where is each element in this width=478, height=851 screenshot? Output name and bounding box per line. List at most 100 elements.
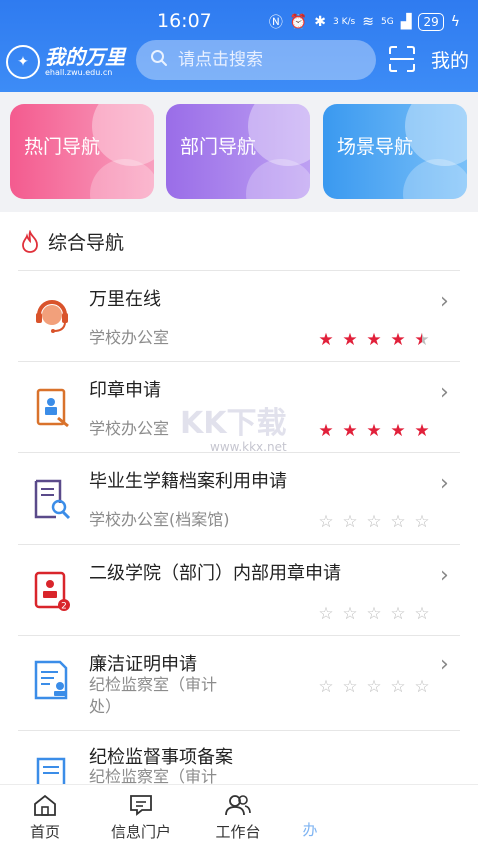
charging-icon: ϟ	[450, 14, 460, 30]
logo-name: 我的万里	[45, 45, 125, 69]
scan-icon[interactable]	[388, 45, 416, 73]
item-title: 毕业生学籍档案利用申请	[89, 471, 287, 492]
star-empty-icon: ☆	[414, 604, 430, 624]
item-dept-line1: 纪检监察室（审计	[89, 767, 218, 784]
speed-text: 3 K/s	[333, 17, 356, 27]
tab-home-label: 首页	[29, 823, 60, 841]
star-empty-icon: ☆	[342, 604, 358, 624]
item-title: 廉洁证明申请	[89, 654, 197, 675]
star-empty-icon: ☆	[390, 677, 406, 697]
mine-link[interactable]: 我的	[431, 46, 469, 73]
chevron-right-icon: ›	[440, 289, 449, 314]
bottom-tab-bar: 首页 信息门户 工作台 办	[0, 784, 478, 851]
watermark-url: www.kkx.net	[210, 440, 287, 454]
tab-workbench[interactable]: 工作台	[203, 793, 273, 842]
header-bar: 16:07 Ⓝ ⏰ ✱ 3 K/s ≋ 5G ▟ 29 ϟ ✦ 我的万里 eha…	[0, 0, 478, 92]
chevron-right-icon: ›	[440, 652, 449, 677]
rating-stars: ☆ ☆ ☆ ☆ ☆	[316, 677, 432, 697]
watermark-text: KK下载	[180, 406, 287, 441]
star-filled-icon: ★	[390, 421, 406, 441]
rating-stars: ★ ★ ★ ★ ★	[316, 330, 432, 350]
section-header: 综合导航	[20, 228, 124, 255]
star-filled-icon: ★	[390, 330, 406, 350]
users-icon	[225, 795, 251, 816]
app-logo[interactable]: ✦ 我的万里 ehall.zwu.edu.cn	[6, 42, 128, 82]
logo-domain: ehall.zwu.edu.cn	[45, 68, 113, 77]
nfc-icon: Ⓝ	[268, 15, 283, 31]
dept-nav-label: 部门导航	[180, 136, 257, 158]
bluetooth-icon: ✱	[314, 14, 327, 30]
star-filled-icon: ★	[342, 330, 358, 350]
status-bar: 16:07 Ⓝ ⏰ ✱ 3 K/s ≋ 5G ▟ 29 ϟ	[0, 10, 478, 36]
section-title: 综合导航	[48, 232, 125, 254]
seal-document-icon	[36, 388, 69, 428]
list-item-discipline-filing[interactable]: 纪检监督事项备案 纪检监察室（审计	[0, 731, 478, 784]
scene-nav-card[interactable]: 场景导航	[323, 104, 467, 199]
item-title: 万里在线	[89, 289, 161, 310]
fire-icon	[22, 229, 38, 253]
chevron-right-icon: ›	[440, 563, 449, 588]
star-empty-icon: ☆	[342, 512, 358, 532]
signal-icon: ▟	[400, 14, 412, 30]
rating-stars: ★ ★ ★ ★ ★	[316, 421, 432, 441]
star-filled-icon: ★	[318, 421, 334, 441]
list-item-integrity-cert[interactable]: 廉洁证明申请 纪检监察室（审计 处） › ☆ ☆ ☆ ☆ ☆	[0, 636, 478, 730]
star-empty-icon: ☆	[342, 677, 358, 697]
rating-stars: ☆ ☆ ☆ ☆ ☆	[316, 604, 432, 624]
status-icons: Ⓝ ⏰ ✱ 3 K/s ≋ 5G ▟ 29 ϟ	[269, 12, 460, 32]
tab-partial[interactable]: 办	[290, 819, 330, 840]
tab-info-portal[interactable]: 信息门户	[106, 793, 176, 842]
certificate-document-icon	[34, 660, 68, 700]
star-empty-icon: ☆	[414, 512, 430, 532]
status-time: 16:07	[157, 10, 212, 32]
search-icon	[150, 49, 168, 72]
headset-service-icon	[36, 300, 68, 333]
list-item-internal-seal[interactable]: 2 二级学院（部门）内部用章申请 › ☆ ☆ ☆ ☆ ☆	[0, 545, 478, 635]
star-empty-icon: ☆	[318, 677, 334, 697]
star-filled-icon: ★	[366, 421, 382, 441]
message-icon	[130, 795, 152, 816]
tab-home[interactable]: 首页	[10, 793, 80, 842]
list-item-graduate-archive[interactable]: 毕业生学籍档案利用申请 学校办公室(档案馆) › ☆ ☆ ☆ ☆ ☆	[0, 453, 478, 544]
hot-nav-card[interactable]: 热门导航	[10, 104, 154, 199]
rating-stars: ☆ ☆ ☆ ☆ ☆	[316, 512, 432, 532]
item-dept-line1: 纪检监察室（审计	[89, 675, 218, 694]
star-empty-icon: ☆	[366, 677, 382, 697]
filing-document-icon	[36, 757, 66, 784]
dept-nav-card[interactable]: 部门导航	[166, 104, 310, 199]
star-empty-icon: ☆	[390, 512, 406, 532]
tab-info-portal-label: 信息门户	[110, 823, 171, 841]
chevron-right-icon: ›	[440, 380, 449, 405]
tab-partial-label: 办	[302, 821, 318, 839]
item-title: 印章申请	[89, 380, 161, 401]
item-dept-line2: 处）	[89, 697, 122, 716]
star-filled-icon: ★	[318, 330, 334, 350]
hot-nav-label: 热门导航	[24, 136, 101, 158]
star-empty-icon: ☆	[366, 604, 382, 624]
scene-nav-label: 场景导航	[337, 136, 414, 158]
chevron-right-icon: ›	[440, 471, 449, 496]
item-dept: 学校办公室	[89, 419, 170, 438]
school-emblem-icon: ✦	[6, 45, 40, 79]
search-bar[interactable]	[136, 40, 376, 80]
home-icon	[34, 794, 56, 816]
star-empty-icon: ☆	[318, 604, 334, 624]
search-input[interactable]	[176, 49, 360, 71]
list-item-wanli-online[interactable]: 万里在线 学校办公室 › ★ ★ ★ ★ ★	[0, 271, 478, 361]
star-filled-icon: ★	[414, 421, 430, 441]
star-filled-icon: ★	[342, 421, 358, 441]
star-half-icon: ★	[412, 330, 432, 350]
item-title: 二级学院（部门）内部用章申请	[89, 563, 341, 584]
star-filled-icon: ★	[366, 330, 382, 350]
star-empty-icon: ☆	[318, 512, 334, 532]
network-text: 5G	[380, 17, 394, 27]
star-empty-icon: ☆	[390, 604, 406, 624]
battery-indicator: 29	[418, 13, 444, 31]
star-empty-icon: ☆	[414, 677, 430, 697]
seal-stamp-icon: 2	[34, 571, 70, 612]
star-empty-icon: ☆	[366, 512, 382, 532]
item-dept: 学校办公室	[89, 328, 170, 347]
tab-workbench-label: 工作台	[215, 823, 261, 841]
archive-search-icon	[34, 479, 71, 520]
item-dept: 学校办公室(档案馆)	[89, 510, 230, 529]
